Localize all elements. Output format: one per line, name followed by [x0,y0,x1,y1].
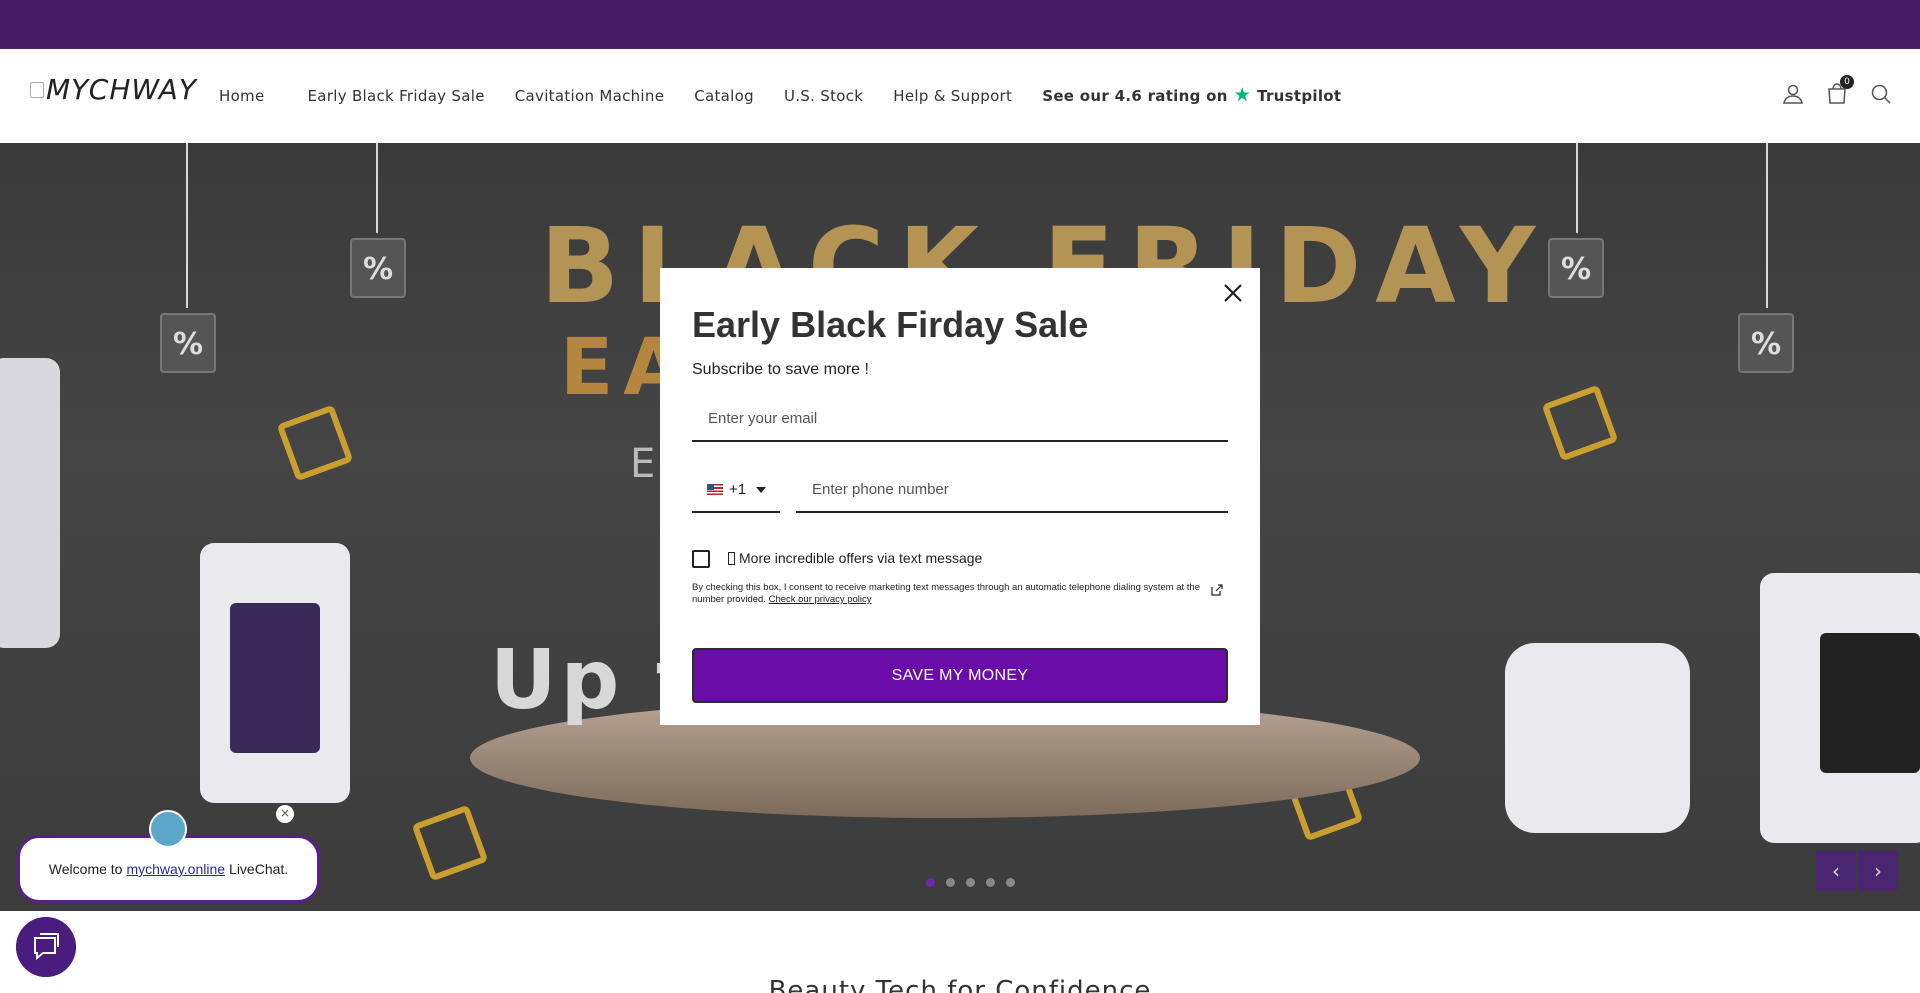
nav-catalog[interactable]: Catalog [694,87,754,105]
hanging-string [1766,143,1768,308]
carousel-dot[interactable] [946,878,955,887]
product-machine-image [1505,643,1690,833]
privacy-policy-link[interactable]: Check our privacy policy [769,594,872,605]
section-title: Beauty Tech for Confidence [768,976,1152,993]
nav-early-black-friday-sale[interactable]: Early Black Friday Sale [308,87,485,105]
voucher-icon: % [160,313,216,373]
gift-icon [411,804,489,882]
carousel-dot[interactable] [1006,878,1015,887]
chat-prefix: Welcome to [48,861,123,877]
external-link-icon[interactable] [1210,583,1224,597]
sms-disclaimer: By checking this box, I consent to recei… [692,582,1202,606]
trustpilot-brand: Trustpilot [1257,86,1342,105]
carousel-arrows: ‹ › [1816,851,1898,891]
country-code-select[interactable]: +1 [692,468,780,513]
gift-icon [276,404,354,482]
chat-site-link[interactable]: mychway.online [126,861,225,877]
broken-image-icon [30,81,44,98]
search-icon[interactable] [1870,83,1892,105]
cart-count-badge: 0 [1840,75,1854,89]
close-icon[interactable] [1220,280,1246,306]
nav-us-stock[interactable]: U.S. Stock [784,87,863,105]
nav-help-support[interactable]: Help & Support [893,87,1012,105]
save-my-money-button[interactable]: SAVE MY MONEY [692,648,1228,703]
carousel-dots [926,878,1015,887]
carousel-dot[interactable] [926,878,935,887]
voucher-icon: % [1548,238,1604,298]
sms-consent-label: More incredible offers via text message [728,550,982,566]
carousel-dot[interactable] [966,878,975,887]
trustpilot-prefix: See our 4.6 rating on [1042,86,1228,105]
logo-text: MYCHWAY [46,73,197,106]
chat-launcher-icon[interactable] [16,917,76,977]
missing-glyph-icon [728,551,735,565]
header-icons: 0 [1782,75,1892,105]
product-machine-image [200,543,350,803]
email-field[interactable] [692,397,1228,442]
carousel-dot[interactable] [986,878,995,887]
voucher-icon: % [1738,313,1794,373]
logo[interactable]: MYCHWAY [30,73,197,106]
caret-down-icon [756,486,767,493]
nav-home[interactable]: Home [219,87,265,105]
site-header: MYCHWAY Home Early Black Friday Sale Cav… [0,49,1920,143]
hanging-string [1576,143,1578,233]
subscribe-modal: Early Black Firday Sale Subscribe to sav… [660,268,1260,725]
hanging-string [186,143,188,308]
modal-subtitle: Subscribe to save more ! [692,361,869,378]
hanging-string [376,143,378,233]
us-flag-icon [707,484,723,495]
product-machine-image [0,358,60,648]
country-code: +1 [729,481,747,498]
chat-avatar [149,810,187,848]
trustpilot-star-icon: ★ [1233,84,1252,106]
gift-icon [1541,384,1619,462]
announcement-bar [0,0,1920,49]
sms-consent-text: More incredible offers via text message [739,550,983,566]
nav-cavitation-machine[interactable]: Cavitation Machine [515,87,664,105]
account-icon[interactable] [1782,83,1804,105]
chat-suffix: LiveChat. [229,861,289,877]
modal-title: Early Black Firday Sale [692,304,1089,345]
chat-close-button[interactable]: × [276,805,294,823]
main-nav: Home Early Black Friday Sale Cavitation … [219,86,1341,105]
cart-button[interactable]: 0 [1826,75,1854,105]
carousel-next-button[interactable]: › [1858,851,1898,891]
trustpilot-link[interactable]: See our 4.6 rating on ★ Trustpilot [1042,86,1341,105]
sms-consent-checkbox[interactable] [692,550,710,568]
carousel-prev-button[interactable]: ‹ [1816,851,1856,891]
voucher-icon: % [350,238,406,298]
phone-field[interactable] [796,468,1228,513]
product-machine-image [1760,573,1920,843]
